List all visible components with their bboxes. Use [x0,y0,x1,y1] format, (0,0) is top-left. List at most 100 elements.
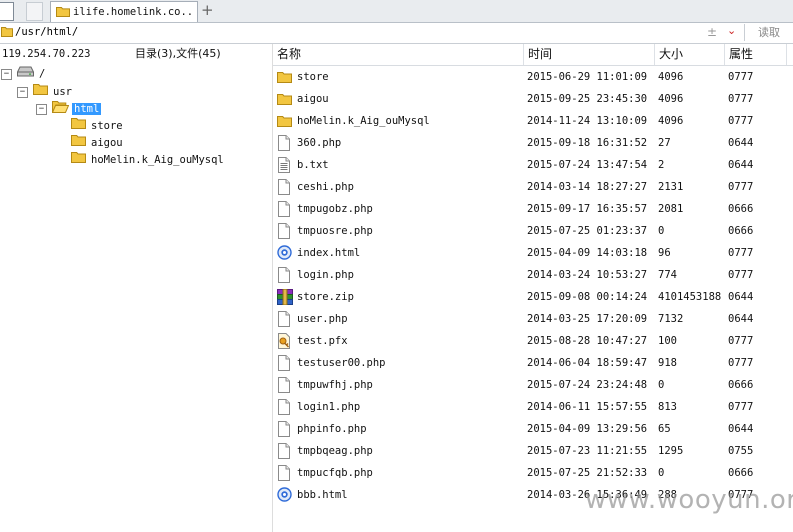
tree-node[interactable]: store [60,117,125,134]
file-name: index.html [297,247,361,259]
folder-icon [71,134,86,152]
tree-node[interactable]: aigou [60,134,125,151]
file-perm: 0666 [728,225,754,237]
table-row[interactable]: tmpbqeag.php 2015-07-23 11:21:55 1295 0755 [273,440,793,462]
file-size: 1295 [658,445,684,457]
table-row[interactable]: test.pfx 2015-08-28 10:47:27 100 0777 [273,330,793,352]
file-time: 2014-06-11 15:57:55 [527,401,648,413]
file-name: testuser00.php [297,357,386,369]
file-perm: 0777 [728,357,754,369]
window-button[interactable] [0,2,14,21]
file-size: 2131 [658,181,684,193]
file-time: 2014-03-25 17:20:09 [527,313,648,325]
table-row[interactable]: tmpuwfhj.php 2015-07-24 23:24:48 0 0666 [273,374,793,396]
column-perm[interactable]: 属性 [725,44,787,65]
file-size: 813 [658,401,677,413]
tab-active[interactable]: ilife.homelink.co... [50,1,198,22]
file-perm: 0666 [728,379,754,391]
table-row[interactable]: hoMelin.k_Aig_ouMysql 2014-11-24 13:10:09… [273,110,793,132]
table-row[interactable]: tmpuosre.php 2015-07-25 01:23:37 0 0666 [273,220,793,242]
file-size: 4101453188 [658,291,722,303]
file-size: 100 [658,335,677,347]
table-row[interactable]: store 2015-06-29 11:01:09 4096 0777 [273,66,793,88]
file-perm: 0644 [728,291,754,303]
table-row[interactable]: store.zip 2015-09-08 00:14:24 4101453188 06… [273,286,793,308]
table-row[interactable]: tmpucfqb.php 2015-07-25 21:52:33 0 0666 [273,462,793,484]
file-time: 2015-09-18 16:31:52 [527,137,648,149]
folder-icon [56,6,70,20]
file-list-pane: 名称 时间 大小 属性 store 2015-06-29 11:01:09 4096… [273,44,793,532]
tree-node-label: usr [53,85,72,98]
chevron-down-icon[interactable]: ⌄ [727,24,736,37]
file-size: 0 [658,225,665,237]
table-row[interactable]: index.html 2015-04-09 14:03:18 96 0777 [273,242,793,264]
tree-header: 119.254.70.223 目录(3),文件(45) [0,44,272,64]
file-name: 360.php [297,137,342,149]
file-perm: 0777 [728,269,754,281]
file-size: 2 [658,159,665,171]
tree-node[interactable]: hoMelin.k_Aig_ouMysql [60,151,226,168]
file-perm: 0644 [728,313,754,325]
tree-node[interactable]: − / [1,66,47,83]
tab-title: ilife.homelink.co... [73,6,193,18]
file-size: 918 [658,357,677,369]
column-time[interactable]: 时间 [524,44,655,65]
file-name: login1.php [297,401,361,413]
inactive-tab[interactable] [26,2,43,21]
file-name: login.php [297,269,354,281]
file-time: 2015-04-09 13:29:56 [527,423,648,435]
read-button[interactable]: 读取 [744,24,793,41]
file-perm: 0777 [728,335,754,347]
file-name: phpinfo.php [297,423,367,435]
collapse-toggle-icon[interactable]: − [1,69,12,80]
folder-icon [71,117,86,135]
html-file-icon [277,487,292,510]
path-input[interactable] [13,24,737,40]
file-name: ceshi.php [297,181,354,193]
file-name: hoMelin.k_Aig_ouMysql [297,115,430,127]
table-row[interactable]: b.txt 2015-07-24 13:47:54 2 0644 [273,154,793,176]
file-size: 4096 [658,115,684,127]
file-time: 2015-04-09 14:03:18 [527,247,648,259]
folder-icon [1,26,13,40]
file-name: tmpbqeag.php [297,445,373,457]
file-size: 65 [658,423,671,435]
collapse-toggle-icon[interactable]: − [36,104,47,115]
table-row[interactable]: testuser00.php 2014-06-04 18:59:47 918 0777 [273,352,793,374]
file-list-header: 名称 时间 大小 属性 [273,44,793,66]
table-row[interactable]: ceshi.php 2014-03-14 18:27:27 2131 0777 [273,176,793,198]
tree-node-label: html [72,103,102,115]
table-row[interactable]: phpinfo.php 2015-04-09 13:29:56 65 0644 [273,418,793,440]
column-name[interactable]: 名称 [273,44,524,65]
table-row[interactable]: aigou 2015-09-25 23:45:30 4096 0777 [273,88,793,110]
file-list: store 2015-06-29 11:01:09 4096 0777 aigou 201… [273,66,793,506]
file-size: 0 [658,467,665,479]
file-perm: 0755 [728,445,754,457]
address-bar: ± ⌄ 读取 [0,23,793,44]
drive-icon [17,66,34,83]
file-time: 2015-07-24 23:24:48 [527,379,648,391]
file-size: 96 [658,247,671,259]
table-row[interactable]: user.php 2014-03-25 17:20:09 7132 0644 [273,308,793,330]
file-name: b.txt [297,159,329,171]
collapse-toggle-icon[interactable]: − [17,86,28,98]
vertical-scrollbar[interactable] [787,66,793,532]
file-time: 2015-09-17 16:35:57 [527,203,648,215]
add-tab-button[interactable]: + [201,2,214,19]
tree-node-label: hoMelin.k_Aig_ouMysql [91,153,224,166]
plus-minus-icon[interactable]: ± [707,25,717,39]
tree-node-label: store [91,119,123,132]
file-name: store [297,71,329,83]
table-row[interactable]: tmpugobz.php 2015-09-17 16:35:57 2081 0666 [273,198,793,220]
table-row[interactable]: 360.php 2015-09-18 16:31:52 27 0644 [273,132,793,154]
file-perm: 0777 [728,71,754,83]
file-time: 2015-06-29 11:01:09 [527,71,648,83]
file-size: 4096 [658,93,684,105]
file-name: store.zip [297,291,354,303]
tree-node[interactable]: − usr [17,83,74,100]
table-row[interactable]: login.php 2014-03-24 10:53:27 774 0777 [273,264,793,286]
column-size[interactable]: 大小 [655,44,725,65]
table-row[interactable]: login1.php 2014-06-11 15:57:55 813 0777 [273,396,793,418]
tab-bar: ilife.homelink.co... + [0,0,793,23]
tree-node[interactable]: − html [36,100,102,117]
